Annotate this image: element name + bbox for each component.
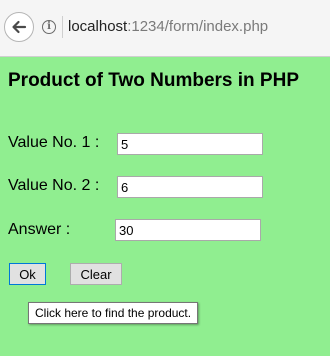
url-divider [62, 16, 63, 38]
value2-input[interactable] [117, 176, 263, 198]
info-icon[interactable]: i [42, 20, 56, 34]
answer-field[interactable] [115, 219, 261, 241]
tooltip: Click here to find the product. [28, 302, 199, 324]
arrow-left-icon [12, 20, 27, 34]
value2-label: Value No. 2 : [8, 177, 100, 194]
url-path: :1234/form/index.php [127, 18, 269, 35]
clear-button[interactable]: Clear [70, 263, 122, 285]
value1-input[interactable] [117, 133, 263, 155]
value1-label: Value No. 1 : [8, 134, 100, 151]
address-bar[interactable]: localhost:1234/form/index.php [68, 18, 268, 35]
answer-label: Answer : [8, 221, 71, 238]
ok-button[interactable]: Ok [9, 263, 46, 285]
browser-toolbar: i localhost:1234/form/index.php [0, 0, 330, 57]
page-title: Product of Two Numbers in PHP [8, 70, 299, 91]
url-host: localhost [68, 18, 128, 35]
back-button[interactable] [4, 12, 34, 42]
